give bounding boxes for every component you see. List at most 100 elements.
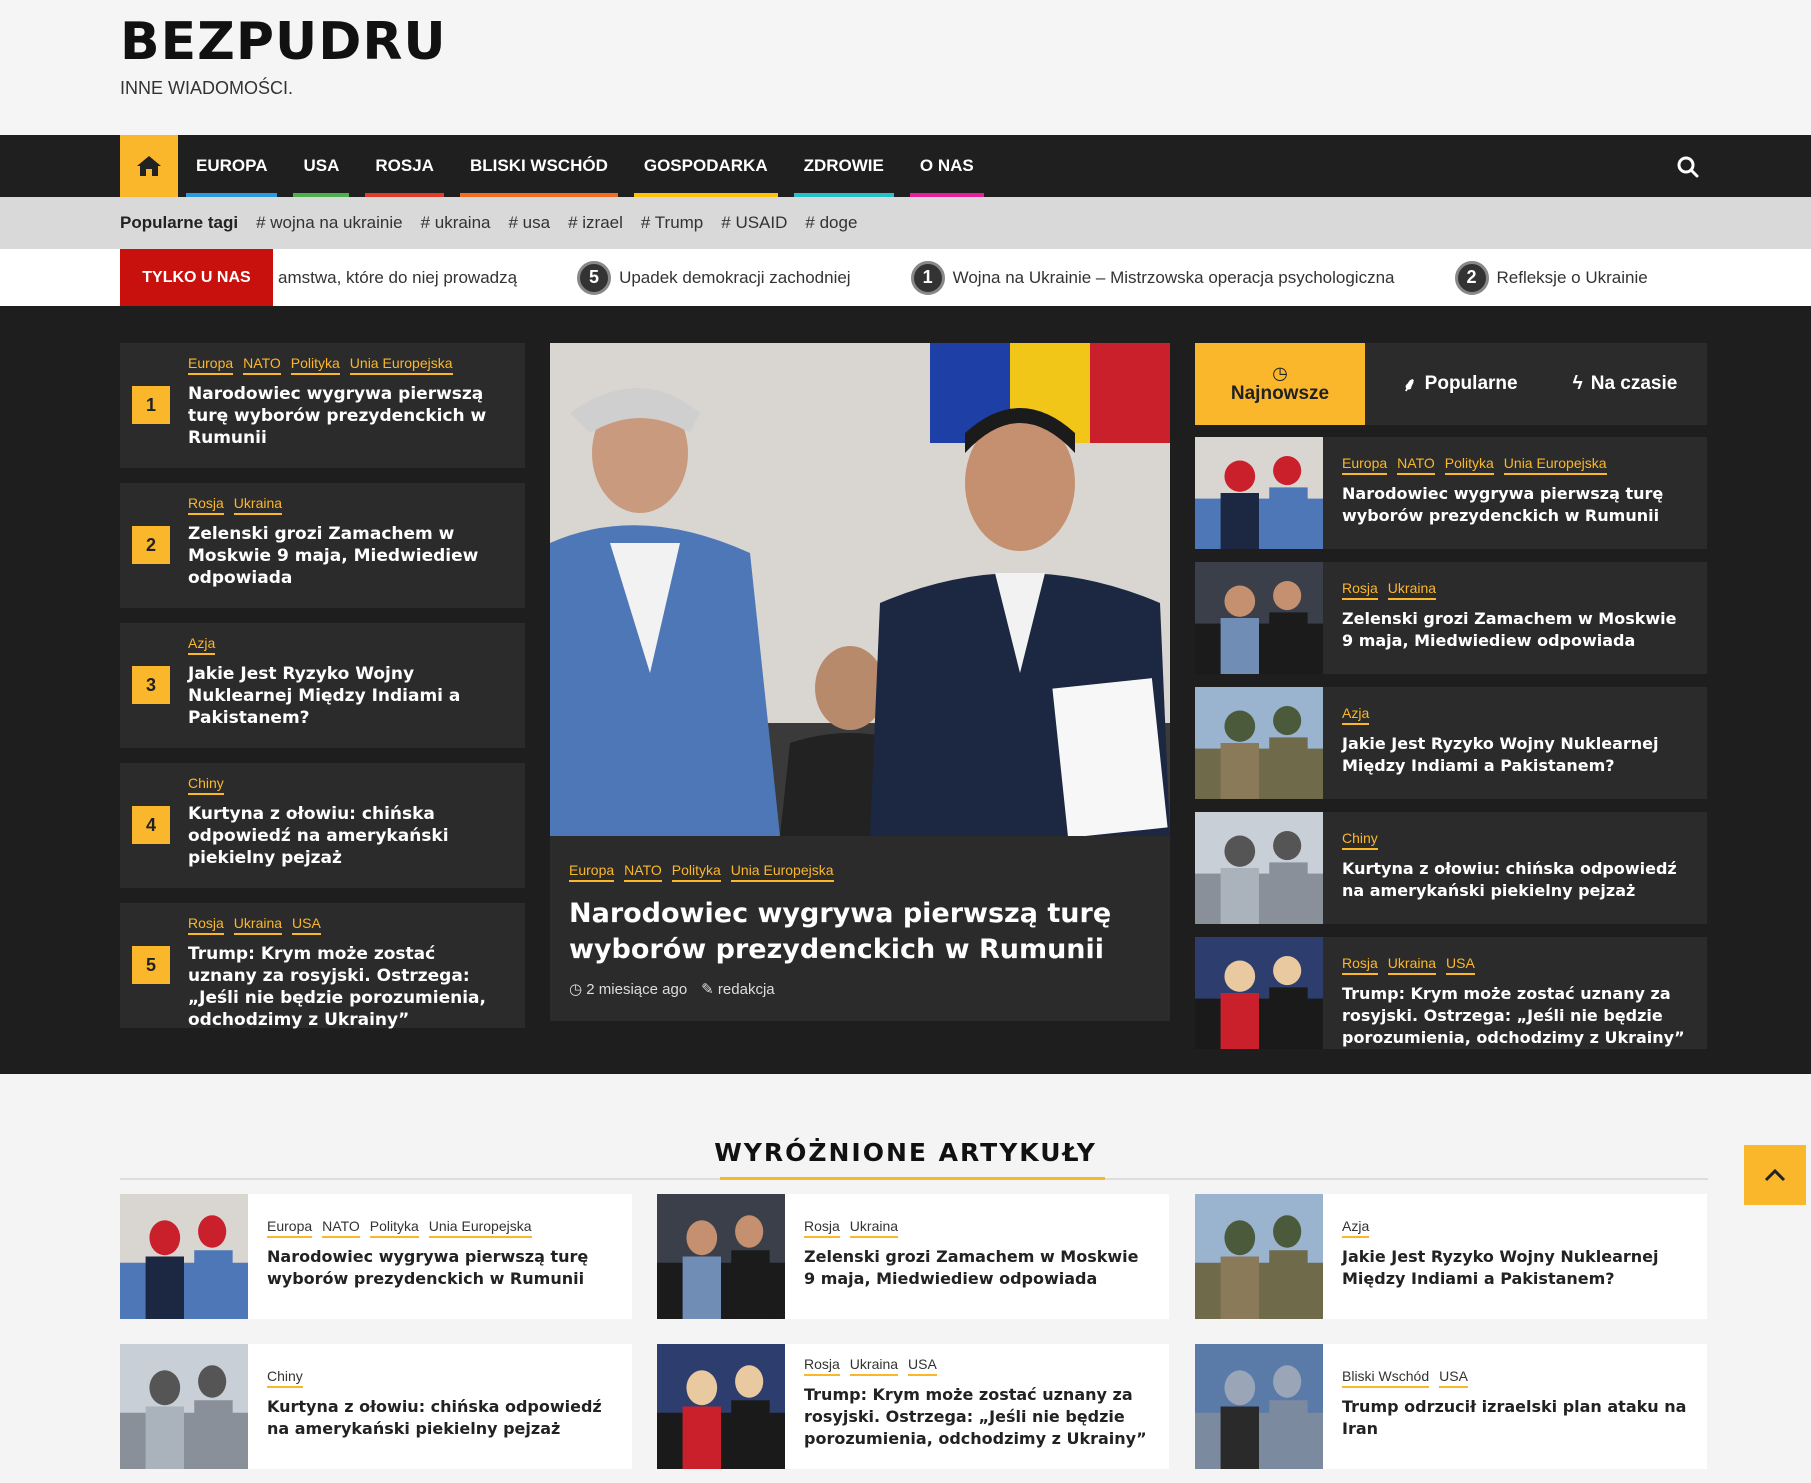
category-link[interactable]: Unia Europejska xyxy=(730,862,834,882)
side-article-card[interactable]: Azja Jakie Jest Ryzyko Wojny Nuklearnej M… xyxy=(1195,687,1707,799)
nav-item-6[interactable]: O NAS xyxy=(902,135,992,197)
thumbnail-image[interactable] xyxy=(1195,1194,1323,1319)
featured-article-card[interactable]: Rosja Ukraina USA Trump: Krym może zostać u… xyxy=(657,1344,1169,1469)
featured-title[interactable]: Kurtyna z ołowiu: chińska odpowiedź na a… xyxy=(267,1396,617,1440)
featured-thumbnail[interactable] xyxy=(120,1194,248,1319)
thumbnail-image[interactable] xyxy=(657,1194,785,1319)
category-link[interactable]: Rosja xyxy=(188,915,224,935)
category-link[interactable]: Ukraina xyxy=(233,915,283,935)
ranked-title[interactable]: Narodowiec wygrywa pierwszą turę wyborów… xyxy=(188,383,508,449)
side-thumbnail[interactable] xyxy=(1195,937,1323,1049)
category-link[interactable]: Polityka xyxy=(369,1218,419,1238)
side-article-card[interactable]: Rosja Ukraina USA Trump: Krym może zostać u… xyxy=(1195,937,1707,1049)
featured-article-card[interactable]: Europa NATO Polityka Unia Europejska Narodow… xyxy=(120,1194,632,1319)
category-link[interactable]: Polityka xyxy=(671,862,721,882)
category-link[interactable]: USA xyxy=(908,1356,937,1376)
category-link[interactable]: NATO xyxy=(1397,455,1435,475)
side-article-card[interactable]: Rosja Ukraina Zelenski grozi Zamachem w Mo… xyxy=(1195,562,1707,674)
ranked-title[interactable]: Zelenski grozi Zamachem w Moskwie 9 maja… xyxy=(188,523,508,589)
category-link[interactable]: USA xyxy=(1446,955,1475,975)
nav-item-2[interactable]: ROSJA xyxy=(357,135,452,197)
category-link[interactable]: Rosja xyxy=(188,495,224,515)
category-link[interactable]: Polityka xyxy=(290,355,340,375)
home-button[interactable] xyxy=(120,135,178,197)
category-link[interactable]: Polityka xyxy=(1444,455,1494,475)
ranked-title[interactable]: Jakie Jest Ryzyko Wojny Nuklearnej Międz… xyxy=(188,663,508,729)
tag-link[interactable]: # doge xyxy=(805,213,857,233)
featured-thumbnail[interactable] xyxy=(120,1344,248,1469)
category-link[interactable]: Chiny xyxy=(267,1368,303,1388)
category-link[interactable]: Bliski Wschód xyxy=(1342,1368,1430,1388)
thumbnail-image[interactable] xyxy=(1195,687,1323,799)
ticker-item[interactable]: 5 Upadek demokracji zachodniej xyxy=(577,260,851,295)
ranked-card[interactable]: 3 Azja Jakie Jest Ryzyko Wojny Nuklearnej … xyxy=(120,623,525,748)
category-link[interactable]: NATO xyxy=(243,355,281,375)
category-link[interactable]: USA xyxy=(1439,1368,1468,1388)
nav-item-0[interactable]: EUROPA xyxy=(178,135,285,197)
featured-article-card[interactable]: Bliski Wschód USA Trump odrzucił izraelski… xyxy=(1195,1344,1707,1469)
category-link[interactable]: NATO xyxy=(624,862,662,882)
category-link[interactable]: Rosja xyxy=(804,1218,840,1238)
category-link[interactable]: Ukraina xyxy=(1387,955,1437,975)
search-icon[interactable] xyxy=(1674,153,1702,181)
thumbnail-image[interactable] xyxy=(1195,562,1323,674)
category-link[interactable]: Ukraina xyxy=(849,1356,899,1376)
category-link[interactable]: Unia Europejska xyxy=(1503,455,1607,475)
featured-thumbnail[interactable] xyxy=(1195,1344,1323,1469)
site-logo[interactable]: BEZPUDRU xyxy=(120,12,447,72)
ticker-item[interactable]: 2 Refleksje o Ukrainie xyxy=(1454,260,1648,295)
side-article-card[interactable]: Chiny Kurtyna z ołowiu: chińska odpowiedź… xyxy=(1195,812,1707,924)
category-link[interactable]: Europa xyxy=(1342,455,1388,475)
category-link[interactable]: Unia Europejska xyxy=(349,355,453,375)
featured-thumbnail[interactable] xyxy=(657,1344,785,1469)
tag-link[interactable]: # USAID xyxy=(721,213,787,233)
side-thumbnail[interactable] xyxy=(1195,437,1323,549)
featured-article-card[interactable]: Azja Jakie Jest Ryzyko Wojny Nuklearnej M… xyxy=(1195,1194,1707,1319)
tab-najnowsze[interactable]: ◷ Najnowsze xyxy=(1195,343,1365,425)
scroll-top-button[interactable] xyxy=(1744,1145,1806,1205)
featured-article-card[interactable]: Rosja Ukraina Zelenski grozi Zamachem w Mo… xyxy=(657,1194,1169,1319)
tag-link[interactable]: # wojna na ukrainie xyxy=(256,213,402,233)
feature-title[interactable]: Narodowiec wygrywa pierwszą turę wyborów… xyxy=(569,896,1149,968)
featured-title[interactable]: Trump: Krym może zostać uznany za rosyjs… xyxy=(804,1384,1154,1450)
category-link[interactable]: Rosja xyxy=(1342,580,1378,600)
tab-popularne[interactable]: ⸙ Popularne xyxy=(1380,343,1540,425)
tab-na-czasie[interactable]: ϟ Na czasie xyxy=(1550,343,1700,425)
side-title[interactable]: Trump: Krym może zostać uznany za rosyjs… xyxy=(1342,983,1687,1049)
nav-item-1[interactable]: USA xyxy=(285,135,357,197)
thumbnail-image[interactable] xyxy=(1195,937,1323,1049)
side-thumbnail[interactable] xyxy=(1195,687,1323,799)
category-link[interactable]: Chiny xyxy=(188,775,224,795)
side-title[interactable]: Narodowiec wygrywa pierwszą turę wyborów… xyxy=(1342,483,1687,527)
main-feature-card[interactable]: Europa NATO Polityka Unia Europejska Narodo… xyxy=(550,343,1170,1021)
category-link[interactable]: Ukraina xyxy=(233,495,283,515)
category-link[interactable]: Ukraina xyxy=(849,1218,899,1238)
featured-title[interactable]: Jakie Jest Ryzyko Wojny Nuklearnej Międz… xyxy=(1342,1246,1692,1290)
thumbnail-image[interactable] xyxy=(1195,437,1323,549)
nav-item-4[interactable]: GOSPODARKA xyxy=(626,135,786,197)
tag-link[interactable]: # ukraina xyxy=(421,213,491,233)
featured-thumbnail[interactable] xyxy=(657,1194,785,1319)
category-link[interactable]: Rosja xyxy=(804,1356,840,1376)
ticker-item[interactable]: 1 Wojna na Ukrainie – Mistrzowska operacj… xyxy=(910,260,1395,295)
category-link[interactable]: USA xyxy=(292,915,321,935)
nav-item-3[interactable]: BLISKI WSCHÓD xyxy=(452,135,626,197)
side-title[interactable]: Jakie Jest Ryzyko Wojny Nuklearnej Międz… xyxy=(1342,733,1687,777)
ranked-title[interactable]: Kurtyna z ołowiu: chińska odpowiedź na a… xyxy=(188,803,508,869)
ranked-card[interactable]: 1 Europa NATO Polityka Unia Europejska Narodo… xyxy=(120,343,525,468)
featured-article-card[interactable]: Chiny Kurtyna z ołowiu: chińska odpowiedź… xyxy=(120,1344,632,1469)
ticker-item[interactable]: amstwa, które do niej prowadzą xyxy=(278,268,517,288)
category-link[interactable]: NATO xyxy=(322,1218,360,1238)
featured-title[interactable]: Trump odrzucił izraelski plan ataku na I… xyxy=(1342,1396,1692,1440)
side-article-card[interactable]: Europa NATO Polityka Unia Europejska Narodow… xyxy=(1195,437,1707,549)
thumbnail-image[interactable] xyxy=(657,1344,785,1469)
thumbnail-image[interactable] xyxy=(1195,1344,1323,1469)
featured-title[interactable]: Zelenski grozi Zamachem w Moskwie 9 maja… xyxy=(804,1246,1154,1290)
category-link[interactable]: Azja xyxy=(1342,1218,1370,1238)
ranked-card[interactable]: 4 Chiny Kurtyna z ołowiu: chińska odpowied… xyxy=(120,763,525,888)
thumbnail-image[interactable] xyxy=(120,1344,248,1469)
tag-link[interactable]: # Trump xyxy=(641,213,703,233)
category-link[interactable]: Chiny xyxy=(1342,830,1378,850)
feature-author[interactable]: ✎ redakcja xyxy=(701,980,774,998)
feature-image[interactable] xyxy=(550,343,1170,836)
